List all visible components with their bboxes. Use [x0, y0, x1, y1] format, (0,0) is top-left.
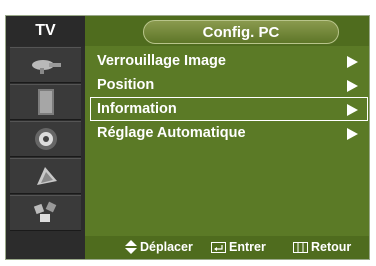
- wand-icon[interactable]: [10, 158, 81, 194]
- menu-item-label: Position: [97, 77, 155, 93]
- chevron-right-icon: [347, 128, 358, 140]
- enter-hint: Entrer: [211, 240, 266, 254]
- menu-item-reglage-automatique[interactable]: Réglage Automatique: [90, 121, 368, 145]
- osd-menu-panel: TV Config. PC Verrouillage Image Positio…: [5, 15, 370, 260]
- menu-item-label: Réglage Automatique: [97, 125, 246, 141]
- page-title: Config. PC: [143, 20, 339, 44]
- move-label: Déplacer: [140, 240, 193, 254]
- up-down-arrows-icon: [125, 240, 137, 254]
- menu-item-information[interactable]: Information: [90, 97, 368, 121]
- footer-hints: Déplacer Entrer Retour: [85, 236, 369, 259]
- enter-icon: [211, 241, 226, 253]
- menu-item-label: Verrouillage Image: [97, 53, 226, 69]
- chevron-right-icon: [347, 80, 358, 92]
- tv-screen: TV Config. PC Verrouillage Image Positio…: [0, 0, 376, 266]
- menu-list: Verrouillage Image Position Information …: [90, 49, 368, 145]
- return-label: Retour: [311, 240, 352, 254]
- return-hint: Retour: [293, 240, 351, 254]
- tv-mode-label: TV: [6, 16, 85, 46]
- menu-item-position[interactable]: Position: [90, 73, 368, 97]
- sidebar: TV: [6, 16, 85, 259]
- enter-label: Entrer: [229, 240, 266, 254]
- speaker-icon[interactable]: [10, 84, 81, 120]
- chevron-right-icon: [347, 104, 358, 116]
- return-icon: [293, 241, 308, 253]
- menu-item-label: Information: [97, 101, 177, 117]
- chevron-right-icon: [347, 56, 358, 68]
- loudspeaker-icon[interactable]: [10, 121, 81, 157]
- menu-item-verrouillage-image[interactable]: Verrouillage Image: [90, 49, 368, 73]
- move-hint: Déplacer: [125, 240, 193, 254]
- connectors-icon[interactable]: [10, 195, 81, 231]
- satellite-dish-icon[interactable]: [10, 47, 81, 83]
- title-bar: Config. PC: [85, 16, 369, 46]
